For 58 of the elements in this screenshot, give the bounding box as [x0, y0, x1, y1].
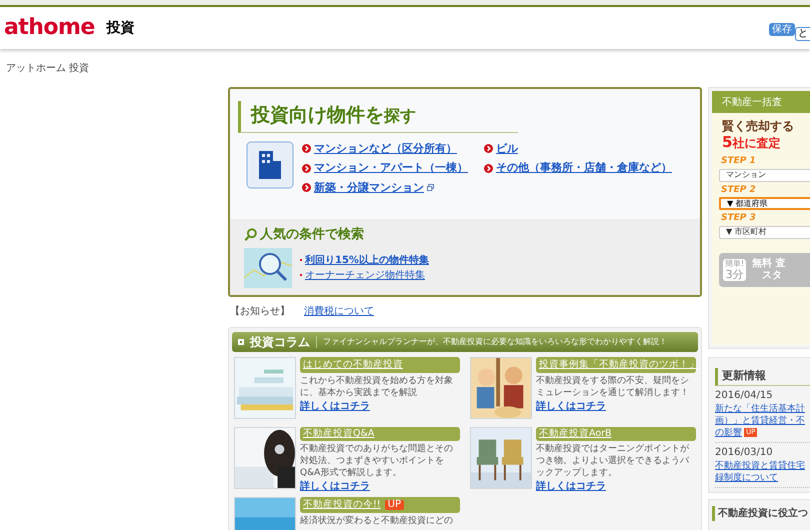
- up-badge: UP: [384, 500, 404, 510]
- step-select[interactable]: ▼ 都道府県: [719, 197, 810, 210]
- popular-heading: 人気の条件で検索: [260, 226, 364, 244]
- save-badge: 保存: [769, 23, 795, 36]
- useful-heading: 不動産投資に役立つ: [712, 506, 810, 520]
- logo[interactable]: athome: [4, 17, 95, 39]
- card-description: 不動産投資でのありがちな問題とその対処法、つまずきやすいポイントをQ&A形式で解説します。: [300, 443, 454, 480]
- building-icon: [246, 140, 294, 188]
- card-description: 経済状況が変わると不動産投資にどの: [300, 515, 454, 527]
- card-description: 不動産投資ではターニングポイントがつき物。よりよい選択をできるようバックアップします。: [536, 443, 690, 480]
- details-link[interactable]: 詳しくはコチラ: [300, 399, 370, 414]
- update-link[interactable]: 録制度について: [715, 472, 778, 484]
- details-link[interactable]: 詳しくはコチラ: [536, 399, 606, 414]
- assessment-header: 不動産一括査: [712, 91, 810, 113]
- column-subtitle: ファイナンシャルプランナーが、不動産投資に必要な知識をいろいろな形でわかりやすく解説！: [316, 336, 667, 348]
- popular-link[interactable]: 利回り15%以上の物件特集: [305, 252, 429, 268]
- property-type-link[interactable]: マンションなど（区分所有）: [314, 140, 457, 157]
- arrow-icon: [484, 164, 493, 173]
- update-link[interactable]: の影響: [715, 426, 742, 438]
- assessment-lead-count: 5社に査定: [722, 135, 782, 151]
- breadcrumb: アットホーム 投資: [6, 62, 90, 76]
- bullet-icon: [238, 339, 244, 345]
- arrow-icon: [302, 164, 311, 173]
- property-type-link[interactable]: マンション・アパート（一棟）: [314, 160, 468, 176]
- update-link[interactable]: 画）」と賃貸経営・不: [715, 414, 805, 426]
- assessment-lead: 賢く売却する: [722, 118, 795, 135]
- property-type-link[interactable]: ビル: [496, 140, 518, 157]
- updates-heading: 更新情報: [715, 368, 810, 386]
- arrow-icon: [302, 183, 311, 192]
- card-description: これから不動産投資を始める方を対象に、基本から実践までを解説: [300, 375, 454, 399]
- property-type-link[interactable]: 新築・分譲マンション: [314, 180, 424, 196]
- notice-label: 【お知らせ】: [230, 304, 290, 319]
- update-link[interactable]: 不動産投資と賃貸住宅: [715, 460, 805, 472]
- start-label: 無料 査 スタ: [752, 258, 786, 282]
- arrow-icon: [484, 144, 493, 154]
- update-date: 2016/04/15: [715, 388, 774, 402]
- step-select[interactable]: ▼ 市区町村: [719, 226, 810, 238]
- notice-link[interactable]: 消費税について: [304, 304, 374, 319]
- column-title: 投資コラム: [250, 334, 310, 351]
- arrow-icon: [302, 144, 311, 154]
- new-window-icon: [427, 184, 434, 192]
- details-link[interactable]: 詳しくはコチラ: [300, 479, 370, 494]
- update-link[interactable]: 新たな「住生活基本計: [715, 402, 805, 414]
- card-description: 不動産投資をする際の不安、疑問をシミュレーションを通じて解消します！: [536, 375, 690, 399]
- property-type-link[interactable]: その他（事務所・店舗・倉庫など）: [496, 160, 672, 176]
- save-text[interactable]: と: [795, 27, 810, 41]
- step-label: STEP 3: [720, 212, 757, 225]
- step-label: STEP 2: [720, 184, 757, 196]
- easy-badge: 簡単! 3分: [723, 258, 746, 280]
- search-icon: [244, 228, 258, 242]
- update-date: 2016/03/10: [715, 446, 774, 460]
- search-heading: 投資向け物件を探す: [251, 104, 416, 126]
- popular-link[interactable]: オーナーチェンジ物件特集: [305, 268, 425, 282]
- step-label: STEP 1: [720, 155, 757, 168]
- step-select[interactable]: マンション: [719, 168, 810, 182]
- magnifier-chart-icon: [244, 248, 292, 288]
- section-title: 投資: [106, 18, 135, 38]
- details-link[interactable]: 詳しくはコチラ: [536, 479, 606, 494]
